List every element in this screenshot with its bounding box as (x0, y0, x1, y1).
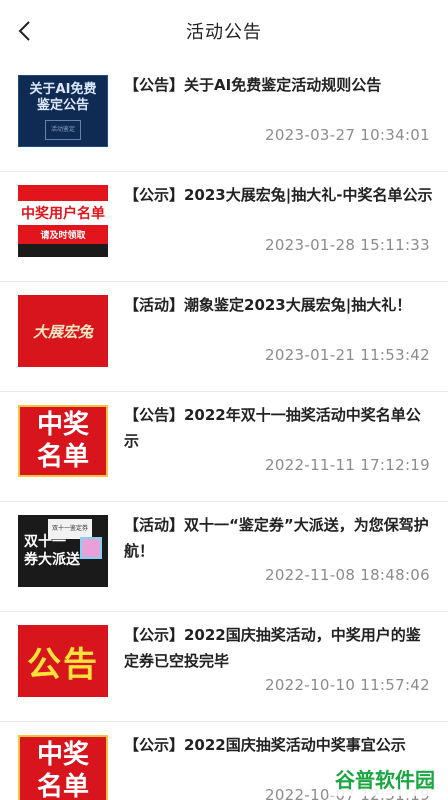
thumbnail-text: 请及时领取 (18, 225, 108, 244)
item-title: 【公示】2022国庆抽奖活动中奖事宜公示 (124, 736, 406, 754)
item-title: 【活动】双十一“鉴定券”大派送，为您保驾护航！ (124, 516, 429, 560)
thumbnail-text: 券大派送 (24, 552, 80, 568)
announcement-thumbnail: 中奖 名单 (18, 735, 108, 800)
item-date: 2022-11-11 17:12:19 (264, 456, 430, 474)
item-title: 【公示】2023大展宏兔|抽大礼-中奖名单公示 (124, 186, 433, 204)
item-date: 2023-03-27 10:34:01 (264, 126, 430, 144)
item-title: 【活动】潮象鉴定2023大展宏兔|抽大礼！ (124, 296, 412, 314)
thumbnail-text: 中奖 (36, 740, 89, 770)
announcement-thumbnail: 双十一鉴定券 双十一 券大派送 (18, 515, 108, 587)
site-watermark: 谷普软件园 (328, 761, 442, 796)
announcement-list: 关于AI免费 鉴定公告 活动鉴定 【公告】关于AI免费鉴定活动规则公告 2023… (0, 62, 448, 800)
list-item[interactable]: 大展宏兔 【活动】潮象鉴定2023大展宏兔|抽大礼！ 2023-01-21 11… (0, 282, 448, 392)
announcement-thumbnail: 大展宏兔 (18, 295, 108, 367)
top-bar: 活动公告 (0, 0, 448, 62)
list-item[interactable]: 关于AI免费 鉴定公告 活动鉴定 【公告】关于AI免费鉴定活动规则公告 2023… (0, 62, 448, 172)
thumbnail-text: 名单 (36, 772, 89, 800)
list-item[interactable]: 中奖 名单 【公告】2022年双十一抽奖活动中奖名单公示 2022-11-11 … (0, 392, 448, 502)
gift-box-icon (80, 537, 102, 559)
thumbnail-decoration (18, 185, 108, 201)
item-title: 【公示】2022国庆抽奖活动，中奖用户的鉴定券已空投完毕 (124, 626, 421, 670)
item-date: 2022-10-10 11:57:42 (264, 676, 430, 694)
thumbnail-decoration (18, 244, 108, 257)
thumbnail-text: 公告 (27, 644, 99, 685)
thumbnail-text: 中奖 (36, 410, 89, 440)
announcement-thumbnail: 中奖用户名单 请及时领取 (18, 185, 108, 257)
thumbnail-text: 名单 (36, 442, 89, 472)
announcement-thumbnail: 中奖 名单 (18, 405, 108, 477)
thumbnail-text: 大展宏兔 (32, 322, 93, 341)
item-title: 【公告】2022年双十一抽奖活动中奖名单公示 (124, 406, 421, 450)
list-item[interactable]: 公告 【公示】2022国庆抽奖活动，中奖用户的鉴定券已空投完毕 2022-10-… (0, 612, 448, 722)
list-item[interactable]: 双十一鉴定券 双十一 券大派送 【活动】双十一“鉴定券”大派送，为您保驾护航！ … (0, 502, 448, 612)
thumbnail-text: 活动鉴定 (44, 120, 81, 140)
item-date: 2023-01-21 11:53:42 (264, 346, 430, 364)
item-date: 2023-01-28 15:11:33 (264, 236, 430, 254)
thumbnail-text: 双十一鉴定券 (48, 519, 93, 539)
announcement-thumbnail: 公告 (18, 625, 108, 697)
list-item[interactable]: 中奖用户名单 请及时领取 【公示】2023大展宏兔|抽大礼-中奖名单公示 202… (0, 172, 448, 282)
announcement-thumbnail: 关于AI免费 鉴定公告 活动鉴定 (18, 75, 108, 147)
thumbnail-text: 中奖用户名单 (18, 201, 108, 225)
thumbnail-text: 鉴定公告 (36, 98, 89, 113)
page-title: 活动公告 (186, 22, 262, 43)
back-arrow-icon[interactable] (14, 19, 38, 43)
thumbnail-text: 关于AI免费 (29, 82, 97, 97)
item-title: 【公告】关于AI免费鉴定活动规则公告 (124, 76, 382, 94)
item-date: 2022-11-08 18:48:06 (264, 566, 430, 584)
